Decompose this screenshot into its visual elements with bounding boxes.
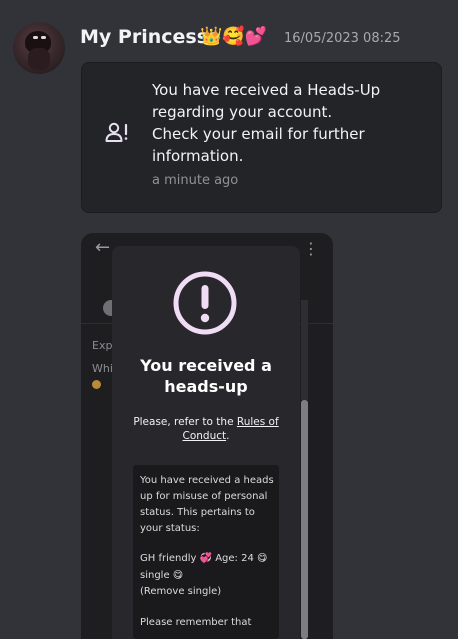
message-box: You have received a heads up for misuse … bbox=[133, 465, 279, 639]
background-text: Whi bbox=[92, 362, 113, 375]
timestamp: 16/05/2023 08:25 bbox=[284, 31, 401, 46]
username-emojis: 👑🥰💕 bbox=[200, 26, 268, 47]
rules-link[interactable]: Rules of bbox=[237, 416, 279, 428]
avatar-shape bbox=[28, 48, 50, 70]
username[interactable]: My Princesss bbox=[80, 26, 219, 48]
refer-text: Please, refer to the bbox=[133, 416, 237, 428]
message-line: GH friendly 💞 Age: 24 😋 bbox=[140, 553, 268, 564]
message-line: up for misuse of personal bbox=[140, 491, 268, 502]
avatar-shape bbox=[33, 36, 38, 39]
user-alert-icon bbox=[105, 122, 128, 142]
notice-line: You have received a Heads-Up bbox=[152, 81, 381, 99]
message-line: your status: bbox=[140, 523, 200, 534]
headsup-modal: You received a heads-up Please, refer to… bbox=[112, 246, 300, 639]
message-line: single 😋 bbox=[140, 570, 184, 581]
notice-line: Check your email for further bbox=[152, 125, 365, 143]
rules-reference: Conduct. bbox=[112, 430, 300, 442]
refer-text: . bbox=[226, 430, 230, 442]
notice-time-ago: a minute ago bbox=[152, 173, 239, 188]
modal-title: heads-up bbox=[164, 377, 248, 396]
message-line: (Remove single) bbox=[140, 586, 222, 597]
scrollbar-thumb[interactable] bbox=[301, 400, 308, 639]
rules-reference: Please, refer to the Rules of bbox=[112, 416, 300, 428]
modal-title: You received a bbox=[140, 356, 272, 375]
emoji-dot bbox=[92, 380, 101, 389]
notice-line: information. bbox=[152, 147, 244, 165]
more-menu-icon: ⋮ bbox=[303, 239, 319, 258]
rules-link[interactable]: Conduct bbox=[183, 430, 227, 442]
message-line: Please remember that bbox=[140, 617, 252, 628]
scrollbar-track bbox=[301, 300, 308, 400]
message-line: status. This pertains to bbox=[140, 507, 255, 518]
avatar-shape bbox=[41, 36, 46, 39]
background-text: Exp bbox=[92, 339, 113, 352]
back-arrow-icon: ← bbox=[95, 237, 111, 258]
message-line: You have received a heads bbox=[140, 475, 274, 486]
notice-card: You have received a Heads-Up regarding y… bbox=[81, 62, 442, 213]
notice-line: regarding your account. bbox=[152, 103, 333, 121]
avatar[interactable] bbox=[13, 22, 65, 74]
exclamation-circle-icon bbox=[173, 271, 237, 335]
